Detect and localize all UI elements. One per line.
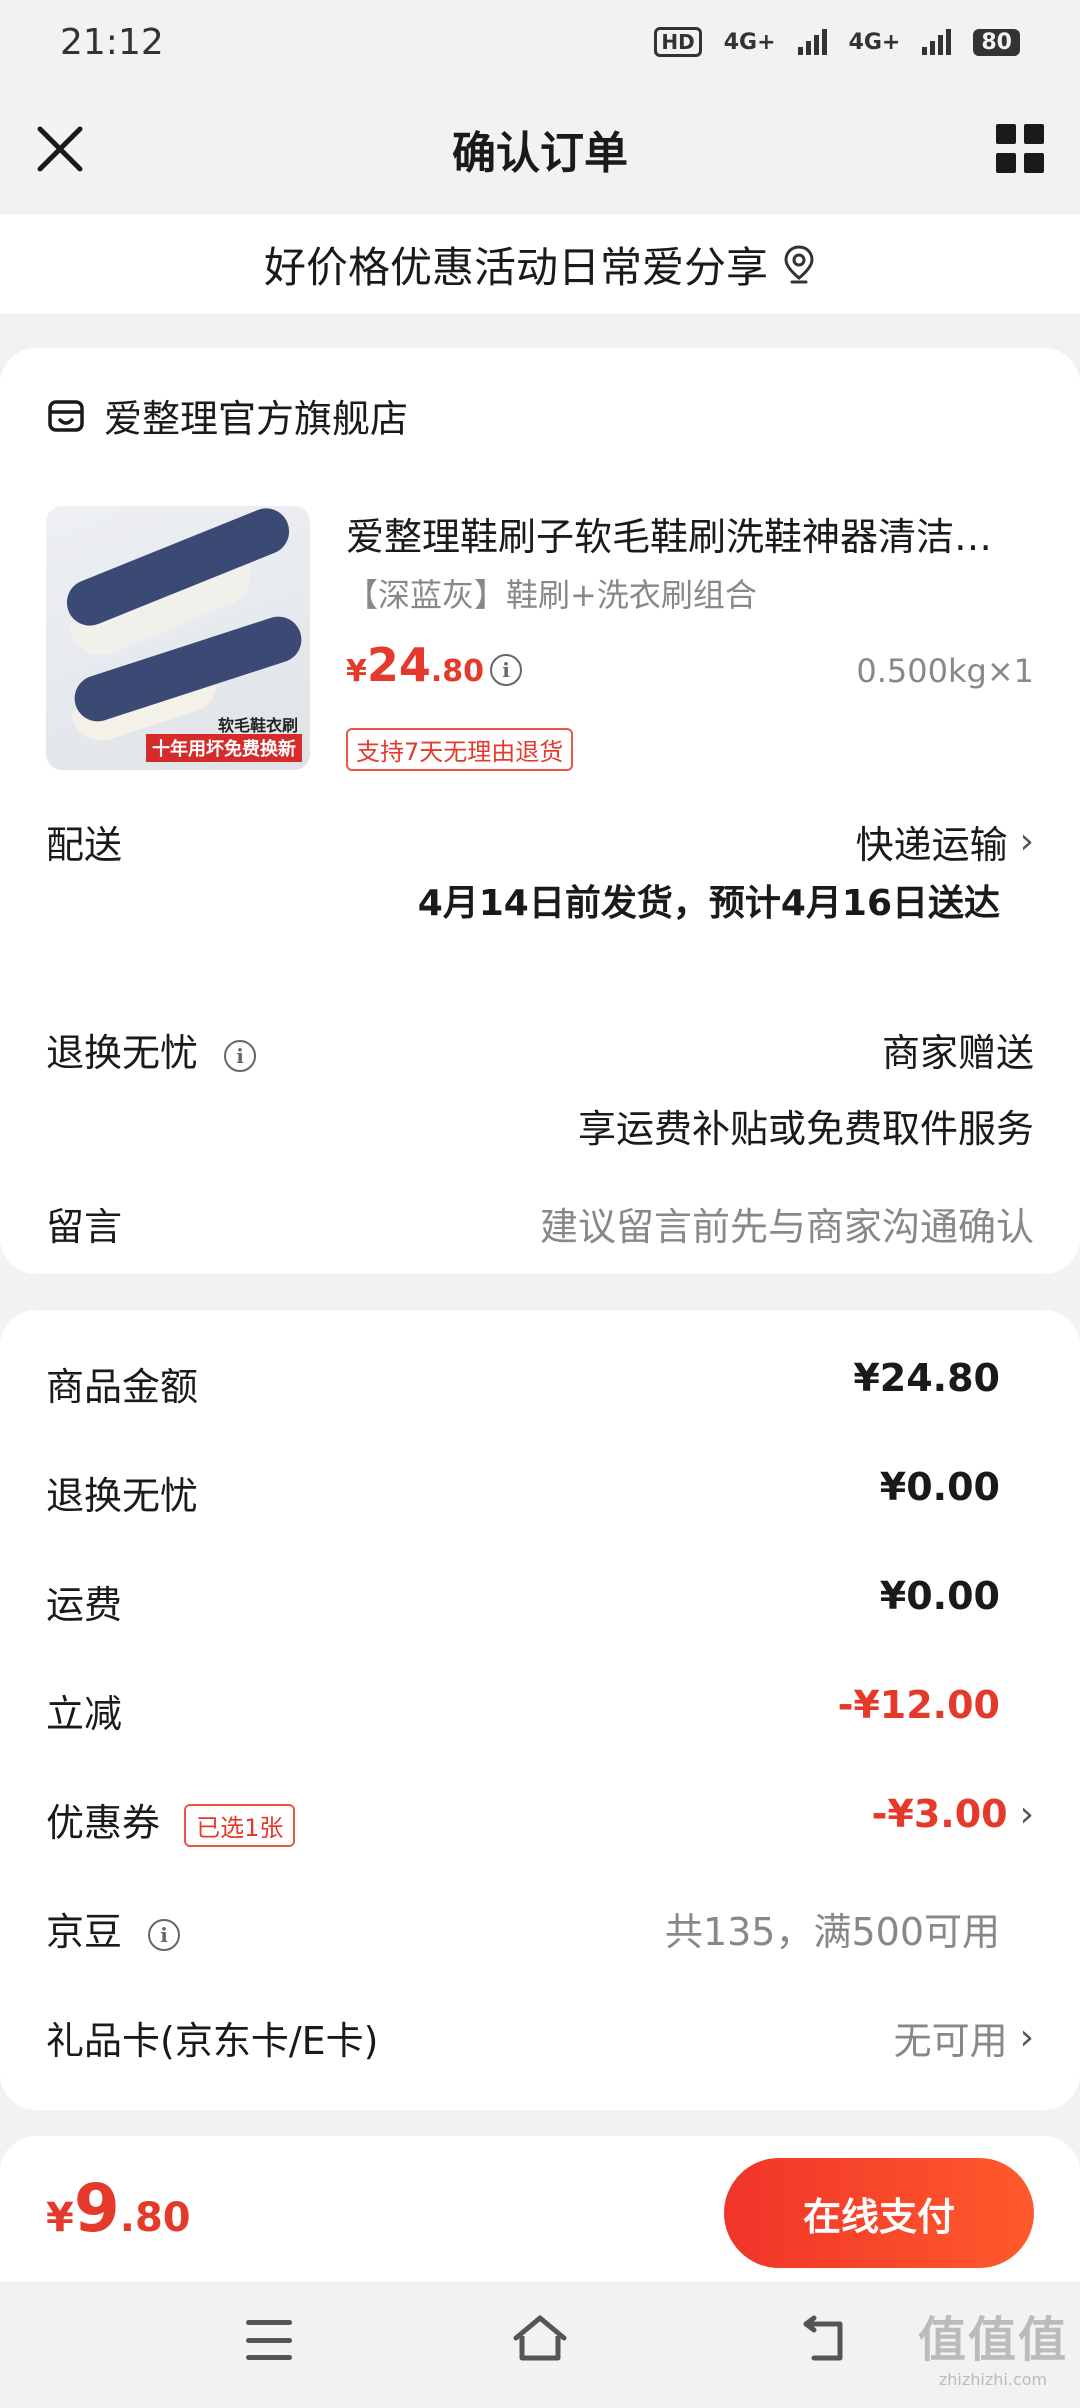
image-caption: 软毛鞋衣刷 — [217, 716, 298, 735]
returns-description: 享运费补贴或免费取件服务 — [577, 1107, 1034, 1151]
store-icon — [48, 399, 84, 432]
gift-card-label: 礼品卡(京东卡/E卡) — [46, 2019, 379, 2063]
product-price: ¥ 24 .80 — [346, 638, 485, 692]
network-4g-label-2: 4G+ — [848, 29, 901, 55]
coupon-selected-tag: 已选1张 — [184, 1804, 296, 1847]
gift-card-selector[interactable]: 无可用 › — [894, 2010, 1034, 2065]
coupon-selector[interactable]: -¥3.00 › — [872, 1792, 1034, 1836]
shipping-label: 运费 — [46, 1583, 123, 1627]
home-icon[interactable] — [510, 2312, 570, 2364]
product-variant: 【深蓝灰】鞋刷+洗衣刷组合 — [346, 576, 757, 614]
message-label: 留言 — [46, 1205, 123, 1249]
pay-online-button[interactable]: 在线支付 — [724, 2158, 1034, 2268]
menu-icon[interactable] — [246, 2320, 292, 2360]
status-bar: 21:12 HD 4G+ 4G+ 80 — [0, 0, 1080, 84]
coupon-label: 优惠券 已选1张 — [46, 1792, 296, 1847]
return-policy-badge: 支持7天无理由退货 — [346, 728, 574, 771]
grid-menu-button[interactable] — [996, 124, 1046, 174]
status-indicators: HD 4G+ 4G+ 80 — [654, 27, 1020, 57]
chevron-right-icon: › — [1019, 821, 1034, 862]
promo-banner[interactable]: 好价格优惠活动日常爱分享 — [0, 214, 1080, 314]
coupon-value: -¥3.00 — [871, 1792, 1008, 1836]
jd-bean-label: 京豆 i — [46, 1901, 181, 1956]
total-price: ¥ 9 .80 — [46, 2170, 191, 2247]
message-input[interactable]: 建议留言前先与商家沟通确认 — [540, 1196, 1034, 1251]
network-4g-label: 4G+ — [723, 29, 776, 55]
page-title: 确认订单 — [452, 128, 628, 179]
status-time: 21:12 — [60, 21, 164, 63]
delivery-method[interactable]: 快递运输 › — [856, 814, 1034, 869]
checkout-bar: ¥ 9 .80 在线支付 — [0, 2136, 1080, 2282]
info-icon[interactable]: i — [490, 654, 522, 686]
product-image[interactable]: 软毛鞋衣刷 十年用坏免费换新 — [46, 506, 310, 770]
grid-menu-icon — [996, 124, 1016, 144]
battery-icon: 80 — [973, 28, 1020, 56]
goods-amount-label: 商品金额 — [46, 1365, 199, 1409]
goods-amount-value: ¥24.80 — [853, 1356, 1000, 1400]
info-icon[interactable]: i — [148, 1918, 181, 1951]
chevron-right-icon: › — [1019, 2017, 1034, 2058]
chevron-right-icon: › — [1019, 1793, 1034, 1835]
watermark: 值值值 zhizhizhi.com — [917, 2312, 1068, 2389]
store-header[interactable]: 爱整理官方旗舰店 — [46, 388, 408, 443]
delivery-estimate: 4月14日前发货，预计4月16日送达 — [417, 883, 1000, 924]
header-bar: 确认订单 — [0, 84, 1080, 214]
returns-fee-label: 退换无忧 — [46, 1474, 199, 1518]
order-card: 爱整理官方旗舰店 软毛鞋衣刷 十年用坏免费换新 爱整理鞋刷子软毛鞋刷洗鞋神器清洁… — [0, 348, 1080, 1274]
promo-text: 好价格优惠活动日常爱分享 — [263, 242, 768, 292]
price-summary-card: 商品金额 ¥24.80 退换无忧 ¥0.00 运费 ¥0.00 立减 -¥12.… — [0, 1310, 1080, 2110]
back-icon[interactable] — [800, 2314, 852, 2366]
signal-icon — [797, 29, 827, 55]
hd-icon: HD — [654, 27, 702, 57]
shipping-value: ¥0.00 — [879, 1574, 1000, 1618]
returns-fee-value: ¥0.00 — [879, 1465, 1000, 1509]
close-button[interactable] — [30, 119, 90, 179]
discount-label: 立减 — [46, 1692, 123, 1736]
product-weight: 0.500kg×1 — [856, 652, 1034, 690]
discount-value: -¥12.00 — [837, 1683, 1000, 1727]
returns-label: 退换无忧 i — [46, 1022, 257, 1077]
store-name: 爱整理官方旗舰店 — [104, 397, 409, 441]
jd-bean-value: 共135，满500可用 — [664, 1910, 1000, 1954]
returns-value: 商家赠送 — [881, 1031, 1034, 1075]
close-icon — [37, 126, 83, 172]
product-title[interactable]: 爱整理鞋刷子软毛鞋刷洗鞋神器清洁… — [346, 506, 1036, 561]
gift-card-value: 无可用 — [893, 2019, 1008, 2063]
delivery-label: 配送 — [46, 823, 123, 867]
image-promo-label: 十年用坏免费换新 — [146, 734, 302, 762]
signal-icon-2 — [922, 29, 952, 55]
info-icon[interactable]: i — [224, 1039, 257, 1072]
location-pin-icon — [784, 245, 814, 284]
delivery-method-value: 快递运输 — [855, 823, 1008, 867]
